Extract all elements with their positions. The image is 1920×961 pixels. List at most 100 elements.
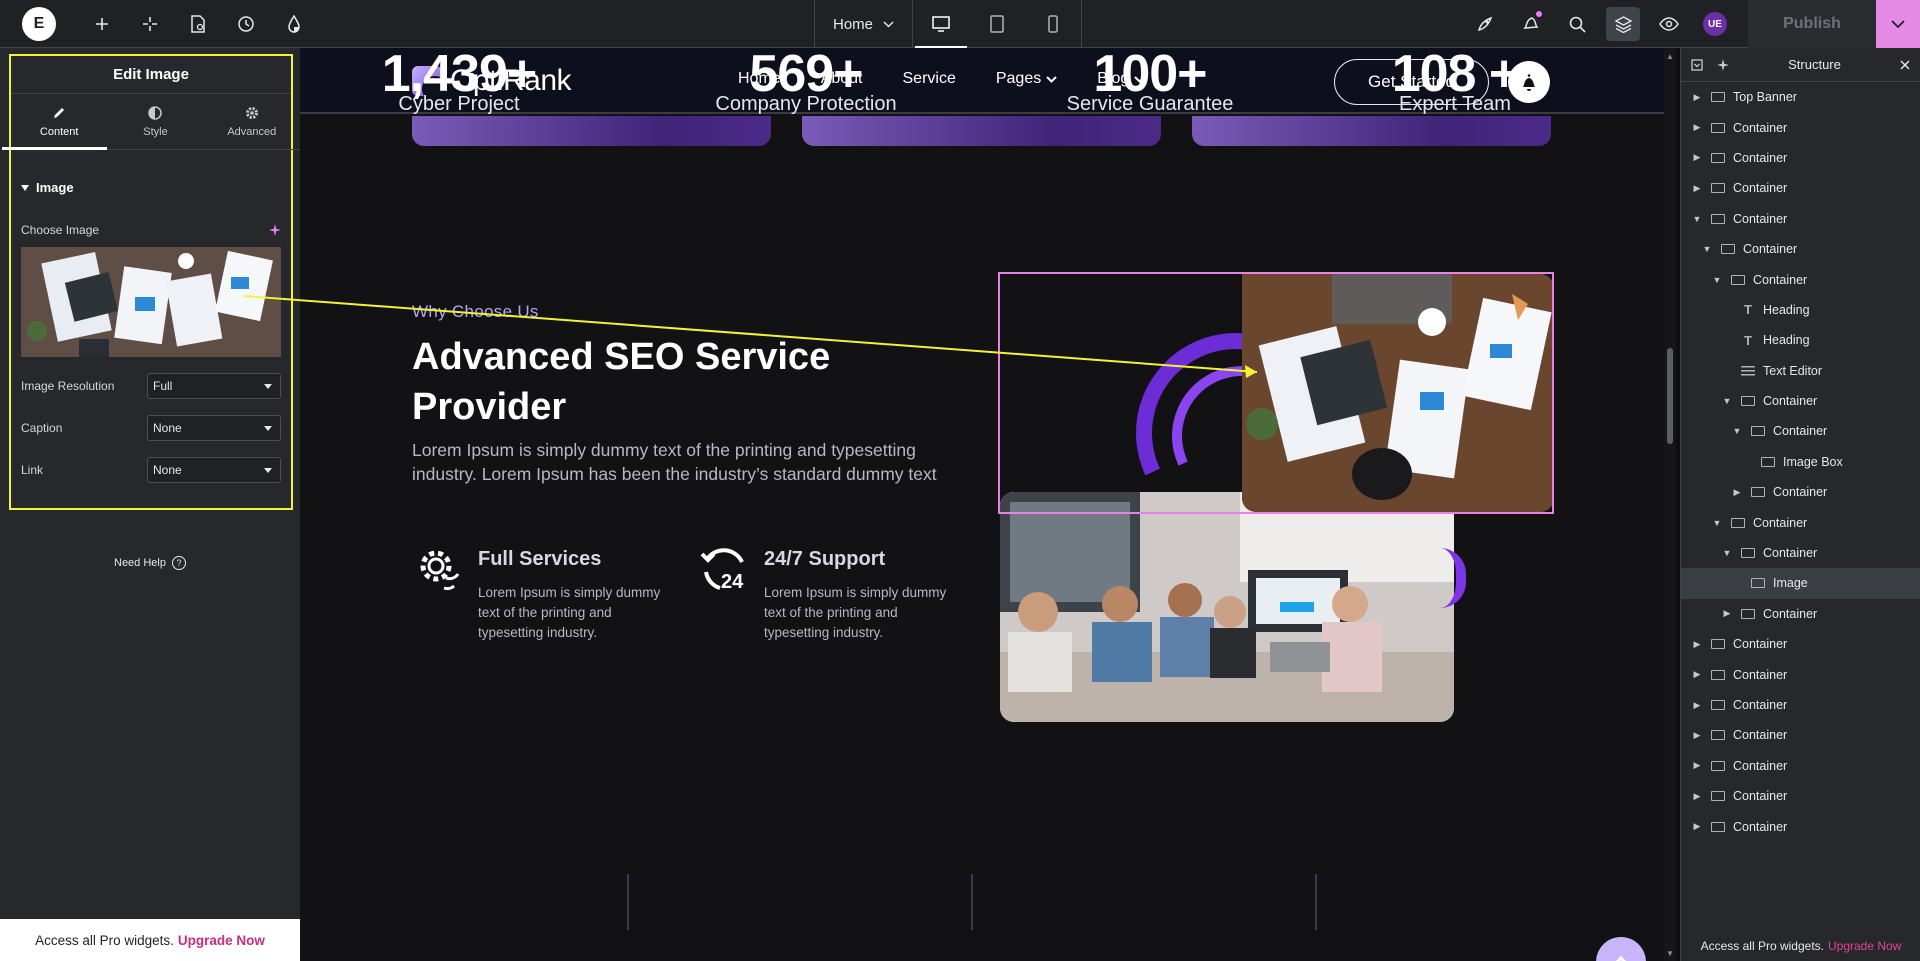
pro-banner-text: Access all Pro widgets. [1700,939,1824,953]
caret-right-icon[interactable]: ▶ [1689,639,1705,650]
scroll-down-arrow-icon[interactable]: ▼ [1664,947,1676,959]
structure-item[interactable]: Text Editor [1681,356,1920,386]
notifications-icon[interactable] [1508,0,1554,48]
caret-right-icon[interactable]: ▶ [1689,92,1705,103]
caret-right-icon[interactable]: ▶ [1689,152,1705,163]
caret-right-icon[interactable]: ▶ [1729,487,1745,498]
caret-down-icon[interactable]: ▼ [1699,244,1715,254]
structure-item[interactable]: ▼ Container [1681,204,1920,234]
feature-body: 24/7 Support Lorem Ipsum is simply dummy… [764,542,964,643]
structure-item-label: Container [1753,272,1808,287]
elementor-logo-button[interactable]: E [22,6,56,41]
pro-banner-text: Access all Pro widgets. [35,932,174,948]
upgrade-now-link[interactable]: Upgrade Now [1828,939,1901,953]
scroll-to-top-button[interactable] [1596,937,1646,961]
need-help-link[interactable]: Need Help ? [0,556,300,570]
canvas-scrollbar[interactable]: ▲ ▼ [1664,48,1676,961]
caret-right-icon[interactable]: ▶ [1689,791,1705,802]
structure-item[interactable]: ▶ Container [1681,173,1920,203]
structure-item[interactable]: ▶ Container [1681,477,1920,507]
history-icon[interactable] [222,0,270,48]
structure-item[interactable]: Image Box [1681,447,1920,477]
caret-down-icon[interactable]: ▼ [1689,214,1705,224]
structure-item[interactable]: ▶ Container [1681,720,1920,750]
elements-icon[interactable] [126,0,174,48]
structure-item[interactable]: ▼ Container [1681,264,1920,294]
caret-right-icon[interactable]: ▶ [1689,700,1705,711]
caret-right-icon[interactable]: ▶ [1689,821,1705,832]
caret-down-icon[interactable]: ▼ [1719,396,1735,406]
tab-label: Content [39,125,79,138]
caret-right-icon[interactable]: ▶ [1689,730,1705,741]
scrollbar-thumb[interactable] [1667,348,1673,444]
tab-label: Advanced [227,125,277,138]
structure-item[interactable]: ▶ Container [1681,629,1920,659]
caret-down-icon [264,383,272,389]
caret-right-icon[interactable]: ▶ [1689,122,1705,133]
caret-right-icon[interactable]: ▶ [1719,608,1735,619]
upgrade-now-link[interactable]: Upgrade Now [178,933,265,948]
caret-down-icon [264,425,272,431]
structure-item-label: Container [1763,546,1818,561]
caret-right-icon[interactable]: ▶ [1689,183,1705,194]
preview-eye-icon[interactable] [1646,0,1692,48]
caret-right-icon[interactable]: ▶ [1689,760,1705,771]
ai-sparkle-icon[interactable] [1717,58,1729,71]
tab-advanced[interactable]: Advanced [204,94,300,149]
rocket-icon[interactable] [1462,0,1508,48]
collapse-all-icon[interactable] [1691,58,1703,71]
structure-item[interactable]: ▶ Container [1681,751,1920,781]
choose-image-label: Choose Image [21,223,100,237]
structure-item[interactable]: ▶ Container [1681,781,1920,811]
caret-down-icon[interactable]: ▼ [1719,548,1735,558]
tablet-icon[interactable] [969,0,1025,48]
structure-item[interactable]: ▶ Top Banner [1681,82,1920,112]
structure-item[interactable]: ▶ Container [1681,143,1920,173]
structure-item[interactable]: T Heading [1681,325,1920,355]
scroll-up-arrow-icon[interactable]: ▲ [1664,50,1676,62]
search-icon[interactable] [1554,0,1600,48]
page-settings-icon[interactable] [174,0,222,48]
structure-item[interactable]: ▶ Container [1681,599,1920,629]
structure-item[interactable]: T Heading [1681,295,1920,325]
close-icon[interactable] [1900,60,1910,70]
structure-item[interactable]: ▼ Container [1681,416,1920,446]
team-meeting-image[interactable] [1000,492,1454,722]
desktop-icon[interactable] [913,0,969,48]
caret-right-icon[interactable]: ▶ [1689,669,1705,680]
page-selector[interactable]: Home [815,0,913,48]
container-icon [1711,183,1725,194]
image-thumbnail[interactable] [21,247,281,357]
ai-sparkle-icon[interactable] [269,224,281,236]
tab-style[interactable]: Style [107,94,203,149]
plus-icon[interactable] [78,0,126,48]
structure-item[interactable]: ▶ Container [1681,690,1920,720]
structure-item-label: Container [1753,515,1808,530]
structure-item[interactable]: ▶ Container [1681,659,1920,689]
structure-item[interactable]: ▶ Container [1681,112,1920,142]
layers-icon[interactable] [1606,7,1640,41]
caption-select[interactable]: None [147,415,281,441]
structure-item[interactable]: ▼ Container [1681,538,1920,568]
structure-item[interactable]: ▶ Container [1681,811,1920,841]
structure-item[interactable]: Image [1681,568,1920,599]
structure-item[interactable]: ▼ Container [1681,386,1920,416]
structure-item[interactable]: ▼ Container [1681,507,1920,537]
image-resolution-select[interactable]: Full [147,373,281,399]
office-desk-image[interactable] [1242,274,1554,512]
mobile-icon[interactable] [1025,0,1081,48]
user-avatar-button[interactable]: UE [1692,0,1738,48]
caret-down-icon[interactable]: ▼ [1709,518,1725,528]
structure-item[interactable]: ▼ Container [1681,234,1920,264]
control-label: Link [21,463,44,477]
image-section-toggle[interactable]: Image [11,150,291,195]
tab-content[interactable]: Content [1,94,108,150]
publish-button[interactable]: Publish [1748,0,1876,48]
publish-options-button[interactable] [1876,0,1920,48]
caret-down-icon[interactable]: ▼ [1709,275,1725,285]
link-select[interactable]: None [147,457,281,483]
image-icon [1751,578,1765,589]
color-drop-icon[interactable] [270,0,318,48]
caret-down-icon[interactable]: ▼ [1729,426,1745,436]
select-value: None [153,421,182,435]
